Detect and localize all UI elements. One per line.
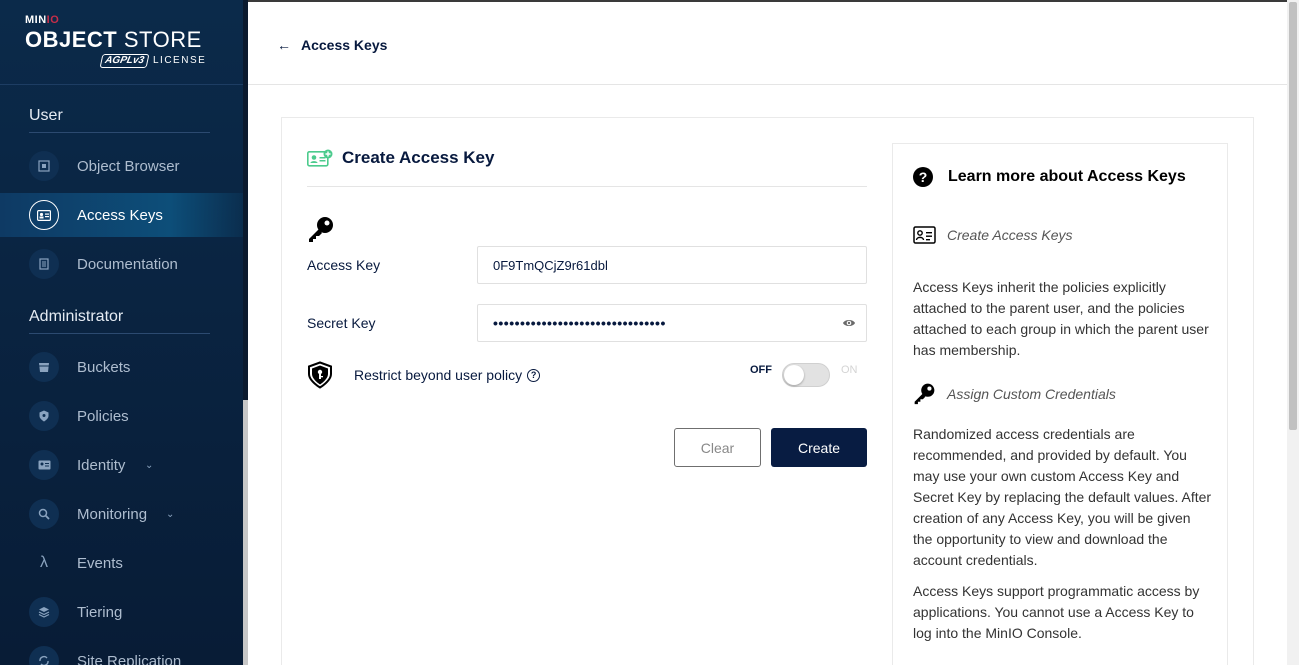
- help-assign-heading-text: Assign Custom Credentials: [947, 385, 1116, 402]
- create-access-key-panel: Create Access Key Access Key 0F9TmQCjZ9r…: [281, 117, 1254, 665]
- access-key-input[interactable]: 0F9TmQCjZ9r61dbl: [477, 246, 867, 284]
- policy-icon: [29, 401, 59, 431]
- help-title: Learn more about Access Keys: [948, 168, 1186, 185]
- sidebar-item-label: Events: [77, 554, 123, 572]
- brand-prefix: MIN: [25, 14, 47, 26]
- sidebar-item-monitoring[interactable]: Monitoring ⌄: [0, 492, 243, 536]
- sidebar-item-label: Access Keys: [77, 206, 163, 224]
- access-key-add-icon: [307, 149, 333, 167]
- main-content: ← Access Keys Create Access Key Access K…: [248, 0, 1287, 665]
- section-title-administrator: Administrator: [29, 308, 124, 325]
- secret-key-masked: ••••••••••••••••••••••••••••••••: [493, 315, 666, 331]
- shield-policy-icon: [308, 361, 332, 389]
- question-icon: ?: [913, 167, 933, 187]
- object-browser-icon: [29, 151, 59, 181]
- form-title: Create Access Key: [342, 148, 495, 167]
- back-link[interactable]: ← Access Keys: [277, 37, 387, 53]
- tiering-icon: [29, 597, 59, 627]
- sidebar-item-label: Monitoring: [77, 505, 148, 523]
- chevron-down-icon[interactable]: ⌄: [166, 509, 174, 520]
- sidebar: MINIO OBJECT STORE AGPLv3 LICENSE User O…: [0, 0, 243, 665]
- sidebar-item-tiering[interactable]: Tiering: [0, 590, 243, 634]
- page-scrollbar-thumb[interactable]: [1289, 2, 1297, 430]
- secret-key-input[interactable]: ••••••••••••••••••••••••••••••••: [477, 304, 867, 342]
- back-link-label: Access Keys: [301, 37, 388, 53]
- restrict-policy-text: Restrict beyond user policy: [354, 367, 523, 383]
- help-circle-icon[interactable]: ?: [527, 368, 541, 382]
- section-divider: [29, 132, 210, 133]
- lambda-icon: λ: [40, 554, 48, 571]
- toggle-off-label: OFF: [750, 364, 772, 376]
- sidebar-item-events[interactable]: λ Events: [0, 541, 243, 585]
- license-text: LICENSE: [153, 55, 207, 66]
- show-password-eye-icon[interactable]: [842, 316, 856, 330]
- sidebar-item-access-keys[interactable]: Access Keys: [0, 193, 243, 237]
- page-scrollbar[interactable]: [1287, 0, 1299, 665]
- restrict-policy-label: Restrict beyond user policy ?: [354, 367, 541, 383]
- section-title-user: User: [29, 107, 63, 124]
- sidebar-item-label: Buckets: [77, 358, 131, 376]
- create-button[interactable]: Create: [771, 428, 867, 467]
- minio-logo[interactable]: MINIO OBJECT STORE AGPLv3 LICENSE: [25, 14, 215, 74]
- sidebar-item-policies[interactable]: Policies: [0, 394, 243, 438]
- help-create-text: Access Keys inherit the policies explici…: [913, 279, 1209, 358]
- sidebar-divider: [0, 84, 243, 85]
- help-header: ? Learn more about Access Keys: [913, 167, 1186, 187]
- monitoring-icon: [29, 499, 59, 529]
- access-key-value: 0F9TmQCjZ9r61dbl: [493, 257, 608, 273]
- sidebar-item-label: Policies: [77, 407, 129, 425]
- help-assign-heading: Assign Custom Credentials: [913, 382, 1116, 405]
- access-keys-icon: [29, 200, 59, 230]
- key-icon: [914, 383, 935, 405]
- clear-button[interactable]: Clear: [674, 428, 761, 467]
- page-header: ← Access Keys: [248, 0, 1287, 85]
- help-create-heading: Create Access Keys: [913, 226, 1073, 244]
- identity-icon: [29, 450, 59, 480]
- help-assign-text: Randomized access credentials are recomm…: [913, 426, 1212, 568]
- restrict-policy-toggle[interactable]: [782, 363, 830, 387]
- back-arrow-icon: ←: [277, 37, 291, 53]
- toggle-knob: [784, 365, 804, 385]
- sidebar-item-label: Identity: [77, 456, 126, 474]
- brand-suffix: IO: [46, 14, 60, 26]
- sidebar-item-label: Tiering: [77, 603, 123, 621]
- secret-key-label: Secret Key: [307, 315, 376, 331]
- key-icon: [309, 217, 333, 242]
- sidebar-item-buckets[interactable]: Buckets: [0, 345, 243, 389]
- product-name-rest: STORE: [117, 27, 202, 52]
- form-header: Create Access Key: [307, 148, 494, 168]
- sidebar-item-label: Site Replication: [77, 652, 182, 665]
- help-support-text: Access Keys support programmatic access …: [913, 583, 1200, 641]
- sidebar-item-label: Documentation: [77, 255, 178, 273]
- sidebar-item-documentation[interactable]: Documentation: [0, 242, 243, 286]
- help-create-heading-text: Create Access Keys: [947, 227, 1073, 243]
- id-card-icon: [913, 226, 936, 244]
- sidebar-item-object-browser[interactable]: Object Browser: [0, 144, 243, 188]
- form-divider: [307, 186, 867, 187]
- sidebar-item-site-replication[interactable]: Site Replication: [0, 639, 243, 665]
- sidebar-item-label: Object Browser: [77, 157, 180, 175]
- access-key-label: Access Key: [307, 257, 381, 273]
- help-box: ? Learn more about Access Keys Create Ac…: [892, 143, 1228, 665]
- site-replication-icon: [29, 646, 59, 665]
- section-divider: [29, 333, 210, 334]
- documentation-icon: [29, 249, 59, 279]
- product-name-bold: OBJECT: [25, 27, 118, 52]
- sidebar-item-identity[interactable]: Identity ⌄: [0, 443, 243, 487]
- bucket-icon: [29, 352, 59, 382]
- toggle-on-label: ON: [841, 364, 858, 376]
- license-badge: AGPLv3: [99, 54, 150, 68]
- chevron-down-icon[interactable]: ⌄: [145, 460, 153, 471]
